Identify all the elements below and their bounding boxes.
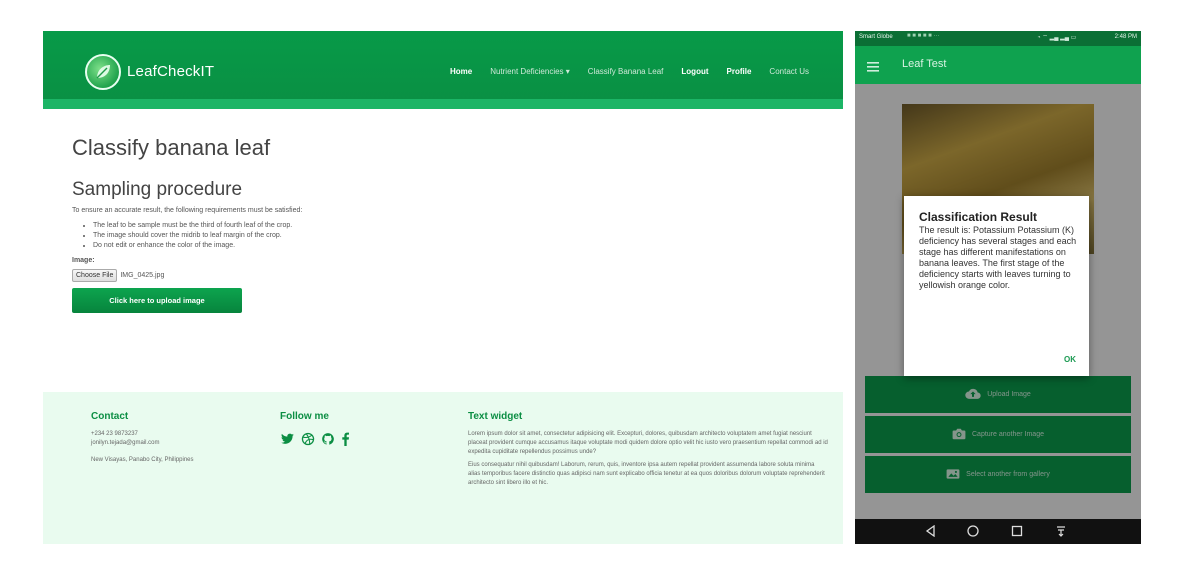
status-bar: Smart Globe ■ ■ ■ ■ ■ ··· ◔ ⌔ ▂▄ ▂▄ ▭ 2:… [855,31,1141,46]
contact-address: New Visayas, Panabo City, Philippines [91,457,194,463]
dialog-title: Classification Result [919,210,1038,224]
dialog-message: The result is: Potassium Potassium (K) d… [919,225,1077,290]
contact-title: Contact [91,411,129,422]
requirements-list: The leaf to be sample must be the third … [93,222,812,249]
section-title: Sampling procedure [72,179,243,200]
notification-shade-icon[interactable] [1055,525,1067,537]
list-item: The image should cover the midrib to lea… [93,232,812,239]
clock-text: 2:48 PM [1114,34,1137,40]
widget-paragraph-1: Lorem ipsum dolor sit amet, consectetur … [468,431,828,455]
file-name: IMG_0425.jpg [120,272,165,279]
widget-title: Text widget [468,411,523,422]
android-nav-bar [855,519,1141,544]
list-item: The leaf to be sample must be the third … [93,222,812,229]
signal-icon: ◔ ⌔ ▂▄ ▂▄ ▭ [1037,35,1077,41]
nav-logout[interactable]: Logout [681,67,708,76]
ok-button[interactable]: OK [1064,355,1076,364]
twitter-icon[interactable] [280,432,295,446]
page-title: Classify banana leaf [72,135,271,160]
contact-phone: +234 23 9873237 [91,431,138,437]
footer-contact: Contact +234 23 9873237 jonilyn.tejada@g… [91,411,261,465]
github-icon[interactable] [321,432,335,446]
file-input: Choose File IMG_0425.jpg [72,269,812,282]
follow-title: Follow me [280,411,329,422]
intro-text: To ensure an accurate result, the follow… [72,207,303,214]
nav-profile[interactable]: Profile [727,67,752,76]
main-content: Classify banana leaf Sampling procedure … [72,135,812,313]
site-footer: Contact +234 23 9873237 jonilyn.tejada@g… [43,392,843,544]
hamburger-menu-icon[interactable] [867,59,879,77]
app-screen: Upload Image Capture another Image Selec… [855,84,1141,519]
image-label: Image: [72,257,95,264]
upload-image-button[interactable]: Click here to upload image [72,288,242,313]
back-icon[interactable] [925,525,937,537]
brand-name[interactable]: LeafCheckIT [127,63,214,80]
contact-email[interactable]: jonilyn.tejada@gmail.com [91,439,261,448]
home-icon[interactable] [967,525,979,537]
list-item: Do not edit or enhance the color of the … [93,242,812,249]
nav-contact-us[interactable]: Contact Us [769,67,809,76]
nav-classify-banana-leaf[interactable]: Classify Banana Leaf [588,67,664,76]
carrier-text: Smart Globe [859,34,893,40]
classification-dialog: Classification Result The result is: Pot… [904,196,1089,376]
footer-text-widget: Text widget Lorem ipsum dolor sit amet, … [468,411,828,488]
choose-file-button[interactable]: Choose File [72,269,118,282]
nav-nutrient-deficiencies[interactable]: Nutrient Deficiencies ▾ [490,67,570,76]
web-app-panel: LeafCheckIT Home Nutrient Deficiencies ▾… [43,31,843,544]
mobile-app-panel: Smart Globe ■ ■ ■ ■ ■ ··· ◔ ⌔ ▂▄ ▂▄ ▭ 2:… [855,31,1141,544]
main-nav: Home Nutrient Deficiencies ▾ Classify Ba… [450,67,809,76]
leaf-logo-icon[interactable] [85,54,121,90]
widget-paragraph-2: Eius consequatur nihil quibusdam! Laboru… [468,462,825,486]
social-links [280,432,440,446]
app-bar: Leaf Test [855,46,1141,84]
nav-home[interactable]: Home [450,67,472,76]
facebook-icon[interactable] [341,432,350,446]
recents-icon[interactable] [1011,525,1023,537]
dribbble-icon[interactable] [301,432,315,446]
footer-follow: Follow me [280,411,440,446]
app-title: Leaf Test [902,58,947,70]
header-strip [43,99,843,109]
site-header: LeafCheckIT Home Nutrient Deficiencies ▾… [43,31,843,109]
notification-icons: ■ ■ ■ ■ ■ ··· [907,33,940,39]
